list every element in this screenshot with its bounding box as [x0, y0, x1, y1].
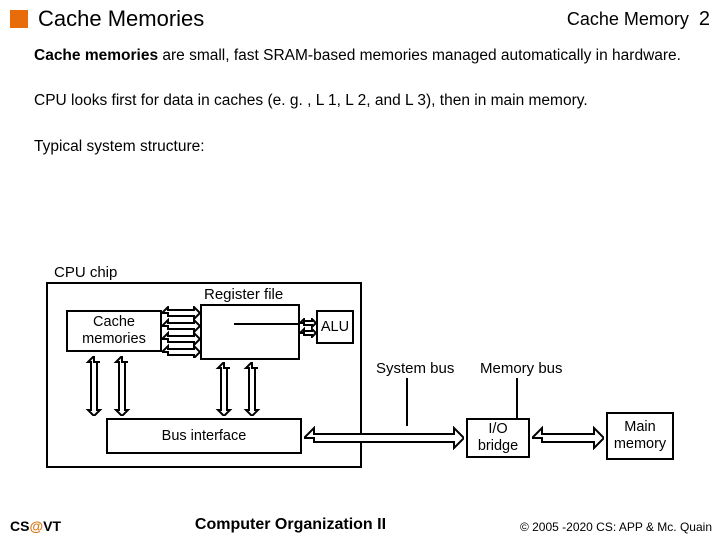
memory-bus-label: Memory bus: [480, 360, 563, 377]
paragraph-1: Cache memories are small, fast SRAM-base…: [34, 46, 694, 65]
footer-right: © 2005 -2020 CS: APP & Mc. Quain: [520, 520, 712, 534]
cache-memories-term: Cache memories: [34, 47, 158, 64]
arrow-system-bus-icon: [304, 426, 464, 450]
arrow-cache-regfile-icon: [162, 306, 200, 358]
footer-cs: CS: [10, 518, 29, 534]
arrow-regfile-alu-icon: [300, 318, 316, 338]
footer-left: CS@VT: [10, 518, 61, 534]
io-bridge-box: I/O bridge: [466, 418, 530, 458]
regfile-row: [202, 323, 234, 340]
register-file-box: [200, 304, 300, 360]
register-file-label: Register file: [204, 286, 283, 303]
page-number: 2: [699, 8, 710, 31]
footer: CS@VT Computer Organization II © 2005 -2…: [0, 516, 720, 536]
regfile-row: [266, 323, 298, 340]
sysbus-label-line-icon: [406, 378, 408, 426]
arrow-regfile-bus-icon: [214, 362, 266, 416]
paragraph-3: Typical system structure:: [34, 137, 694, 156]
cpu-chip-label: CPU chip: [54, 264, 117, 281]
cache-memories-box: Cache memories: [66, 310, 162, 352]
footer-at: @: [29, 518, 43, 534]
page-title: Cache Memories: [38, 6, 567, 32]
p1-rest: are small, fast SRAM-based memories mana…: [158, 47, 681, 64]
title-bullet-icon: [10, 10, 28, 28]
topic-label: Cache Memory: [567, 9, 689, 30]
alu-box: ALU: [316, 310, 354, 344]
regfile-row: [234, 323, 266, 340]
paragraph-2: CPU looks first for data in caches (e. g…: [34, 91, 694, 110]
bus-interface-box: Bus interface: [106, 418, 302, 454]
system-diagram: CPU chip Register file Cache memories AL…: [46, 266, 686, 486]
system-bus-label: System bus: [376, 360, 454, 377]
arrow-memory-bus-icon: [532, 426, 604, 450]
body-text: Cache memories are small, fast SRAM-base…: [34, 46, 694, 156]
arrow-cache-bus-icon: [84, 356, 136, 416]
footer-vt: VT: [43, 518, 61, 534]
footer-center: Computer Organization II: [61, 516, 520, 534]
title-bar: Cache Memories Cache Memory 2: [0, 0, 720, 36]
main-memory-box: Main memory: [606, 412, 674, 460]
header-right: Cache Memory 2: [567, 8, 710, 31]
